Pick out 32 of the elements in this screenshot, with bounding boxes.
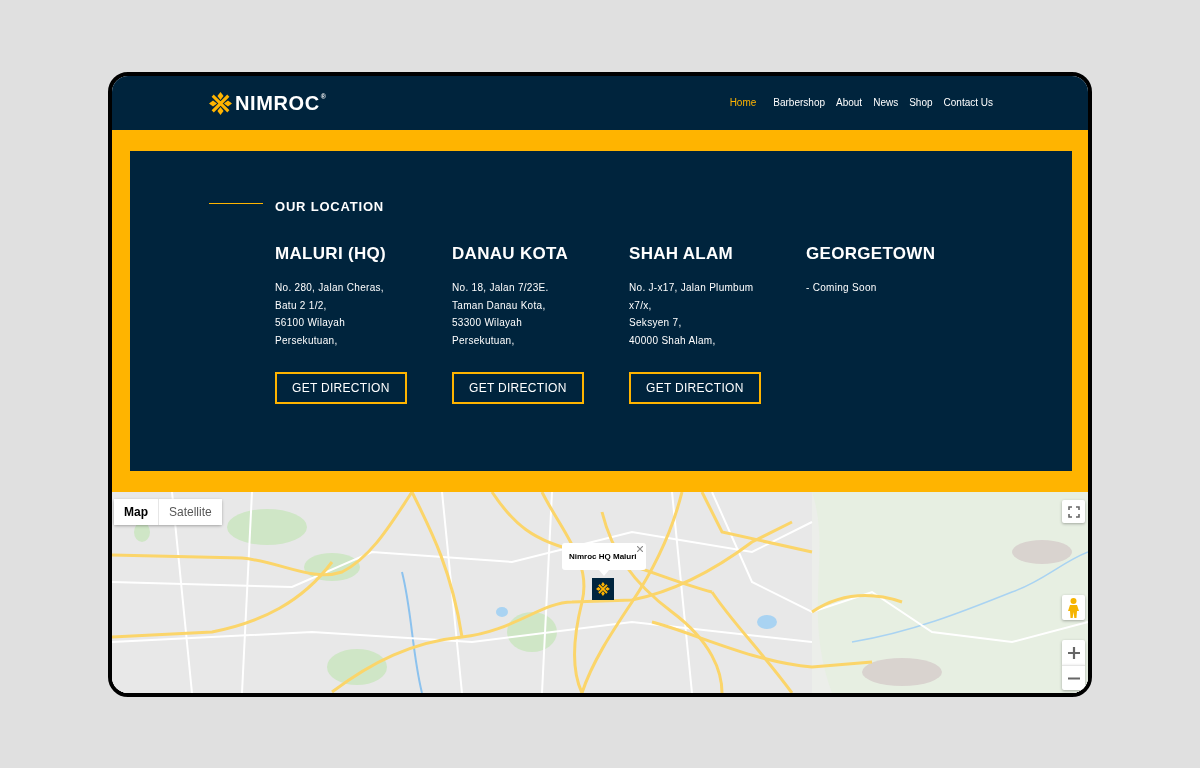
nav-link[interactable]: Contact Us xyxy=(943,96,993,110)
branch-name: MALURI (HQ) xyxy=(275,244,387,264)
branch-address: - Coming Soon xyxy=(806,281,878,295)
marker-icon[interactable] xyxy=(592,578,614,600)
get-direction-button[interactable]: GET DIRECTION xyxy=(452,372,584,404)
branch-address: No. 280, Jalan Cheras, Batu 2 1/2, 56100 Wilayah Persekutuan, xyxy=(275,281,385,348)
fullscreen-button[interactable] xyxy=(1062,500,1085,523)
nav-link[interactable]: Home xyxy=(729,96,757,110)
get-direction-button[interactable]: GET DIRECTION xyxy=(275,372,407,404)
logo-text[interactable]: NIMROC$^{®}$ xyxy=(235,92,326,114)
logo-icon xyxy=(209,91,232,115)
branch-name: GEORGETOWN xyxy=(806,244,937,264)
map-type-tab[interactable]: Satellite xyxy=(158,499,222,525)
branch-name: SHAH ALAM xyxy=(629,244,735,264)
nav-link[interactable]: Barbershop xyxy=(773,96,825,110)
info-window-title: Nimroc HQ Maluri xyxy=(569,552,637,562)
zoom-in-button[interactable] xyxy=(1062,640,1085,665)
fullscreen-icon xyxy=(1067,505,1080,518)
map-type-tab[interactable]: Map xyxy=(114,499,158,525)
person-icon xyxy=(1068,597,1079,618)
minus-icon xyxy=(1067,676,1080,680)
nav-link[interactable]: News xyxy=(873,96,899,110)
zoom-out-button[interactable] xyxy=(1062,665,1085,690)
nav-link[interactable]: About xyxy=(836,96,863,110)
branch-name: DANAU KOTA xyxy=(452,244,569,264)
branch-address: No. J-x17, Jalan Plumbum x7/x, Seksyen 7, 40000 Shah Alam, xyxy=(629,281,755,348)
section-title: OUR LOCATION xyxy=(275,199,385,215)
get-direction-button[interactable]: GET DIRECTION xyxy=(629,372,761,404)
nav-link[interactable]: Shop xyxy=(909,96,933,110)
plus-icon xyxy=(1067,646,1080,659)
branch-address: No. 18, Jalan 7/23E. Taman Danau Kota, 53300 Wilayah Persekutuan, xyxy=(452,281,550,348)
close-icon[interactable] xyxy=(637,546,643,552)
